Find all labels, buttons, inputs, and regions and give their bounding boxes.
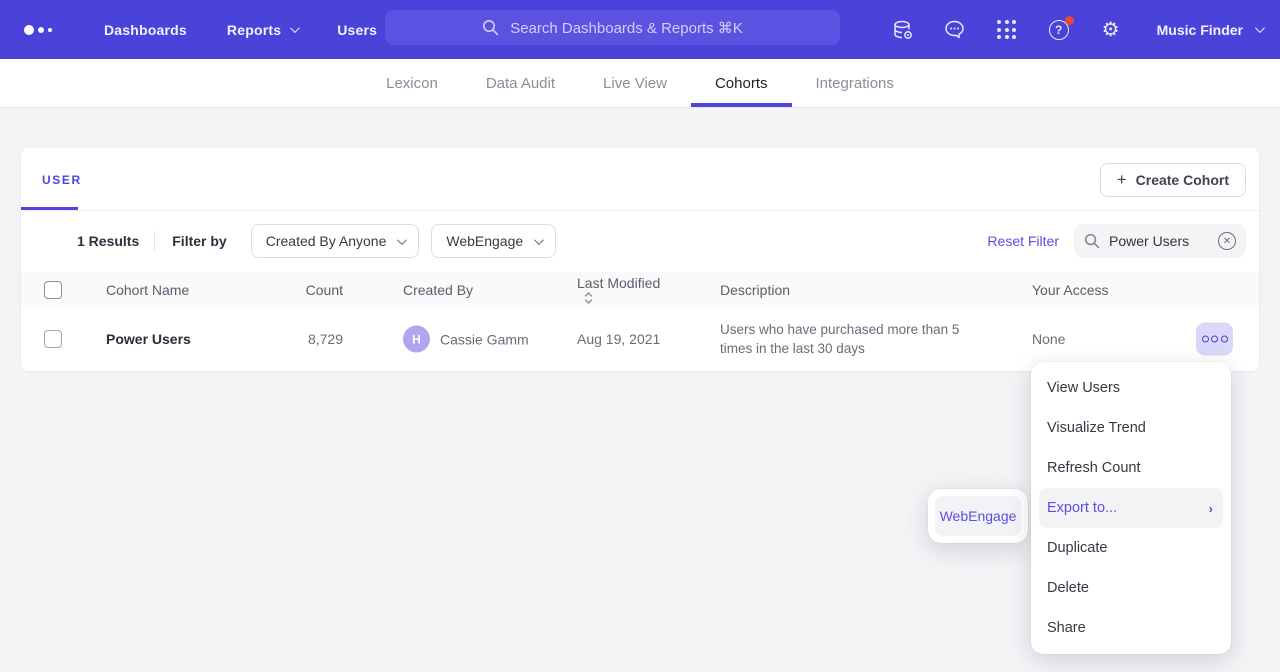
webengage-filter-value: WebEngage — [446, 233, 523, 249]
last-modified-cell: Aug 19, 2021 — [577, 331, 660, 347]
menu-item-delete[interactable]: Delete — [1031, 568, 1231, 608]
menu-item-export-to[interactable]: Export to... › — [1039, 488, 1223, 528]
created-by-filter-value: Created By Anyone — [266, 233, 387, 249]
speech-bubble-glyph — [943, 18, 966, 41]
chevron-down-icon — [534, 235, 544, 245]
help-icon[interactable]: ? — [1047, 18, 1071, 42]
row-context-menu: View Users Visualize Trend Refresh Count… — [1031, 362, 1231, 654]
mixpanel-logo-icon[interactable] — [24, 25, 64, 35]
visualize-trend-label: Visualize Trend — [1047, 420, 1146, 436]
chevron-right-icon: › — [1209, 501, 1213, 516]
create-cohort-label: Create Cohort — [1136, 172, 1229, 188]
cohort-search-value: Power Users — [1109, 233, 1209, 249]
tab-live-view[interactable]: Live View — [601, 59, 669, 107]
gear-glyph: ⚙ — [1102, 20, 1120, 40]
count-cell: 8,729 — [243, 331, 343, 347]
table-header: Cohort Name Count Created By Last Modifi… — [21, 272, 1259, 307]
menu-item-view-users[interactable]: View Users — [1031, 368, 1231, 408]
menu-item-refresh-count[interactable]: Refresh Count — [1031, 448, 1231, 488]
tab-cohorts[interactable]: Cohorts — [713, 59, 770, 107]
webengage-label: WebEngage — [940, 508, 1017, 524]
global-search-placeholder: Search Dashboards & Reports ⌘K — [510, 19, 743, 37]
messages-icon[interactable] — [943, 18, 967, 42]
column-header-created-by: Created By — [403, 282, 473, 298]
notification-dot — [1065, 16, 1074, 25]
reset-filter-link[interactable]: Reset Filter — [987, 233, 1059, 249]
your-access-cell: None — [1032, 331, 1065, 347]
duplicate-label: Duplicate — [1047, 540, 1107, 556]
column-header-cohort-name: Cohort Name — [106, 282, 189, 298]
view-users-label: View Users — [1047, 380, 1120, 396]
column-header-description: Description — [720, 282, 790, 298]
create-cohort-button[interactable]: + Create Cohort — [1100, 163, 1246, 197]
last-modified-label: Last Modified — [577, 275, 660, 291]
column-header-your-access: Your Access — [1032, 282, 1109, 298]
search-icon — [482, 19, 499, 36]
divider — [154, 231, 155, 251]
tab-user-cohorts[interactable]: USER — [38, 173, 86, 187]
column-header-count: Count — [243, 282, 343, 298]
dot-icon — [1202, 336, 1209, 343]
tab-cohorts-label: Cohorts — [715, 75, 768, 92]
tab-lexicon[interactable]: Lexicon — [384, 59, 440, 107]
plus-icon: + — [1117, 171, 1127, 188]
secondary-navigation: Lexicon Data Audit Live View Cohorts Int… — [0, 59, 1280, 108]
nav-users-label: Users — [337, 22, 377, 38]
nav-item-reports[interactable]: Reports — [227, 22, 297, 38]
menu-item-share[interactable]: Share — [1031, 608, 1231, 648]
chevron-down-icon — [1255, 23, 1265, 33]
workspace-switcher[interactable]: Music Finder — [1157, 22, 1262, 38]
description-cell: Users who have purchased more than 5 tim… — [720, 320, 968, 358]
tab-integrations-label: Integrations — [816, 75, 894, 92]
filter-toolbar: 1 Results Filter by Created By Anyone We… — [21, 210, 1259, 272]
chevron-down-icon — [397, 235, 407, 245]
avatar: H — [403, 326, 430, 353]
select-all-checkbox[interactable] — [44, 281, 62, 299]
top-navigation-bar: Dashboards Reports Users Search Dashboar… — [0, 0, 1280, 59]
created-by-name: Cassie Gamm — [440, 331, 529, 347]
nav-item-dashboards[interactable]: Dashboards — [104, 22, 187, 38]
cohort-search-input[interactable]: Power Users ✕ — [1074, 224, 1246, 258]
filter-by-label: Filter by — [172, 233, 226, 249]
settings-gear-icon[interactable]: ⚙ — [1099, 18, 1123, 42]
search-icon — [1084, 233, 1100, 249]
nav-dashboards-label: Dashboards — [104, 22, 187, 38]
submenu-item-webengage[interactable]: WebEngage — [935, 496, 1021, 536]
global-search-input[interactable]: Search Dashboards & Reports ⌘K — [385, 10, 840, 45]
webengage-filter-dropdown[interactable]: WebEngage — [431, 224, 556, 258]
clear-search-icon[interactable]: ✕ — [1218, 232, 1236, 250]
row-checkbox[interactable] — [44, 330, 62, 348]
refresh-count-label: Refresh Count — [1047, 460, 1141, 476]
data-management-icon[interactable] — [891, 18, 915, 42]
dot-icon — [1221, 336, 1228, 343]
menu-item-visualize-trend[interactable]: Visualize Trend — [1031, 408, 1231, 448]
column-header-last-modified[interactable]: Last Modified — [577, 275, 660, 305]
created-by-filter-dropdown[interactable]: Created By Anyone — [251, 224, 420, 258]
cohorts-panel: USER + Create Cohort 1 Results Filter by… — [21, 148, 1259, 371]
share-label: Share — [1047, 620, 1086, 636]
sort-icon — [584, 291, 593, 305]
created-by-cell: H Cassie Gamm — [403, 326, 529, 353]
nav-reports-label: Reports — [227, 22, 281, 38]
grid-dots-glyph — [997, 20, 1016, 39]
chevron-down-icon — [290, 23, 300, 33]
tab-data-audit[interactable]: Data Audit — [484, 59, 557, 107]
cohort-name-cell: Power Users — [106, 331, 191, 347]
results-count: 1 Results — [77, 233, 139, 249]
tab-live-view-label: Live View — [603, 75, 667, 92]
apps-grid-icon[interactable] — [995, 18, 1019, 42]
menu-item-duplicate[interactable]: Duplicate — [1031, 528, 1231, 568]
delete-label: Delete — [1047, 580, 1089, 596]
workspace-name: Music Finder — [1157, 22, 1243, 38]
dot-icon — [1211, 336, 1218, 343]
tab-data-audit-label: Data Audit — [486, 75, 555, 92]
export-submenu: WebEngage — [928, 489, 1028, 543]
database-gear-glyph — [891, 18, 915, 42]
tab-lexicon-label: Lexicon — [386, 75, 438, 92]
nav-item-users[interactable]: Users — [337, 22, 377, 38]
tab-integrations[interactable]: Integrations — [814, 59, 896, 107]
export-to-label: Export to... — [1047, 500, 1117, 516]
row-overflow-menu-button[interactable] — [1196, 323, 1233, 356]
